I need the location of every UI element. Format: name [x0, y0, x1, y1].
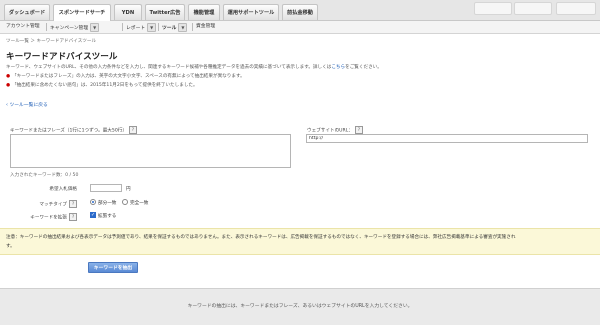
match-broad-label[interactable]: 部分一致 [98, 200, 116, 206]
subnav-label: レポート [126, 26, 146, 31]
subnav-campaign-management[interactable]: キャンペーン管理 ▼ [50, 23, 100, 32]
subnav-tools[interactable]: ツール ▼ [162, 23, 188, 32]
description-bullet: ● 「キーワードまたはフレーズ」の入力は、英字の大文字小文字、スペースの有無によっ… [6, 73, 245, 79]
description-intro: キーワード、ウェブサイトのURL、その他の入力条件などを入力し、関連するキーワー… [6, 64, 382, 70]
window-control[interactable] [556, 2, 596, 15]
expand-option-label[interactable]: 拡張する [98, 213, 116, 219]
tab-dashboard[interactable]: ダッシュボード [4, 4, 50, 20]
match-broad-radio[interactable] [90, 199, 96, 205]
subnav-funds-management[interactable]: 資金管理 [196, 23, 215, 31]
label-text: キーワードまたはフレーズ（1行に1つずつ。最大50行） [10, 128, 127, 134]
description-text: をご覧ください。 [345, 65, 382, 70]
label-text: マッチタイプ [39, 202, 67, 208]
page-title: キーワードアドバイスツール [6, 52, 118, 62]
sub-navigation: アカウント管理 キャンペーン管理 ▼ レポート ▼ ツール ▼ 資金管理 [0, 21, 600, 34]
breadcrumb[interactable]: ツール一覧 ＞ キーワードアドバイスツール [6, 38, 96, 44]
expand-label: キーワードを拡張? [27, 213, 77, 221]
top-tab-bar: ダッシュボード スポンサードサーチ YDN Twitter広告 機能管理 運用サ… [0, 0, 600, 21]
window-control[interactable] [514, 2, 552, 15]
bullet-icon: ● [6, 83, 11, 88]
back-link-label: ツール一覧に戻る [9, 103, 48, 108]
tab-feature-management[interactable]: 機能管理 [188, 4, 220, 20]
url-input[interactable] [306, 134, 588, 143]
back-to-tools-link[interactable]: ‹ ツール一覧に戻る [6, 101, 48, 108]
divider [192, 23, 193, 31]
help-icon[interactable]: ? [128, 126, 137, 134]
tab-ops-support-tools[interactable]: 運用サポートツール [223, 4, 279, 20]
results-empty-message: キーワードの抽出には、キーワードまたはフレーズ、あるいはウェブサイトのURLを入… [187, 304, 413, 309]
subnav-report[interactable]: レポート ▼ [126, 23, 157, 32]
tab-prepayment-transfer[interactable]: 前払金移動 [282, 4, 318, 20]
help-icon[interactable]: ? [354, 126, 363, 134]
subnav-account-management[interactable]: アカウント管理 [6, 23, 40, 31]
help-icon[interactable]: ? [69, 213, 77, 221]
divider [158, 23, 159, 31]
label-text: ウェブサイトのURL： [307, 128, 353, 134]
keyword-input[interactable] [10, 134, 291, 168]
divider [122, 23, 123, 31]
results-panel: キーワードの抽出には、キーワードまたはフレーズ、あるいはウェブサイトのURLを入… [0, 288, 600, 325]
chevron-down-icon[interactable]: ▼ [147, 23, 157, 32]
extract-keywords-button[interactable]: キーワードを抽出 [88, 262, 138, 273]
subnav-label: ツール [162, 26, 177, 31]
label-text: キーワードを拡張 [30, 215, 67, 221]
expand-checkbox[interactable]: ✓ [90, 212, 96, 218]
bid-unit: 円 [126, 187, 131, 192]
chevron-down-icon[interactable]: ▼ [178, 23, 188, 32]
description-bullet: ● 「抽出結果に含めたくない語句」は、2015年11月2日をもって提供を終了いたし… [6, 82, 198, 88]
match-exact-label[interactable]: 完全一致 [130, 200, 148, 206]
tab-twitter-ads[interactable]: Twitter広告 [145, 4, 185, 20]
keyword-field-label: キーワードまたはフレーズ（1行に1つずつ。最大50行）? [10, 126, 137, 134]
keyword-count: 入力されたキーワード数：0 / 50 [10, 173, 79, 178]
match-type-label: マッチタイプ? [27, 200, 77, 208]
help-icon[interactable]: ? [69, 200, 77, 208]
chevron-down-icon[interactable]: ▼ [90, 23, 100, 32]
notice-text: す。 [6, 244, 15, 249]
description-text: キーワード、ウェブサイトのURL、その他の入力条件などを入力し、関連するキーワー… [6, 65, 332, 70]
tab-sponsored-search[interactable]: スポンサードサーチ [53, 4, 111, 21]
subnav-label: キャンペーン管理 [50, 26, 89, 31]
bid-input[interactable] [90, 184, 122, 192]
url-field-label: ウェブサイトのURL：? [307, 126, 363, 134]
tab-ydn[interactable]: YDN [114, 4, 142, 20]
notice-text: 注意：キーワードの抽出結果および各表示データは予測値であり、結果を保証するもので… [6, 235, 516, 240]
description-text: 「抽出結果に含めたくない語句」は、2015年11月2日をもって提供を終了いたしま… [12, 83, 198, 88]
window-control[interactable] [474, 2, 512, 15]
divider [46, 23, 47, 31]
match-exact-radio[interactable] [122, 199, 128, 205]
description-text: 「キーワードまたはフレーズ」の入力は、英字の大文字小文字、スペースの有無によって… [12, 74, 245, 79]
disclaimer-notice: 注意：キーワードの抽出結果および各表示データは予測値であり、結果を保証するもので… [0, 228, 600, 255]
help-link[interactable]: こちら [331, 65, 345, 70]
bid-label: 希望入札価格 [49, 187, 77, 192]
bullet-icon: ● [6, 74, 11, 79]
